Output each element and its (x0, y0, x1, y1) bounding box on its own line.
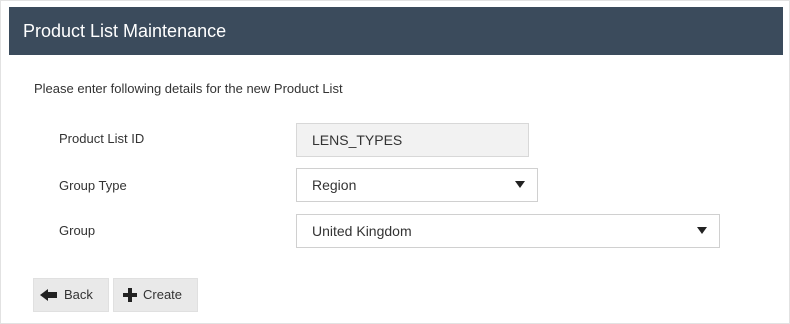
create-button[interactable]: Create (113, 278, 198, 312)
group-type-select[interactable]: Region (296, 168, 538, 202)
group-label: Group (59, 223, 96, 238)
create-button-label: Create (143, 287, 183, 302)
back-button-label: Back (64, 287, 93, 302)
group-selected-value: United Kingdom (312, 223, 412, 239)
group-type-label: Group Type (59, 178, 127, 193)
group-type-selected-value: Region (312, 177, 357, 193)
caret-down-icon (515, 181, 525, 188)
page-title: Product List Maintenance (9, 7, 783, 55)
product-list-panel: Product List Maintenance Please enter fo… (0, 0, 790, 324)
form-intro-text: Please enter following details for the n… (34, 81, 343, 96)
product-list-id-label: Product List ID (59, 131, 145, 146)
arrow-left-icon (40, 289, 58, 301)
back-button[interactable]: Back (33, 278, 109, 312)
plus-icon (123, 288, 137, 302)
product-list-id-field[interactable]: LENS_TYPES (296, 123, 529, 157)
group-select[interactable]: United Kingdom (296, 214, 720, 248)
caret-down-icon (697, 227, 707, 234)
